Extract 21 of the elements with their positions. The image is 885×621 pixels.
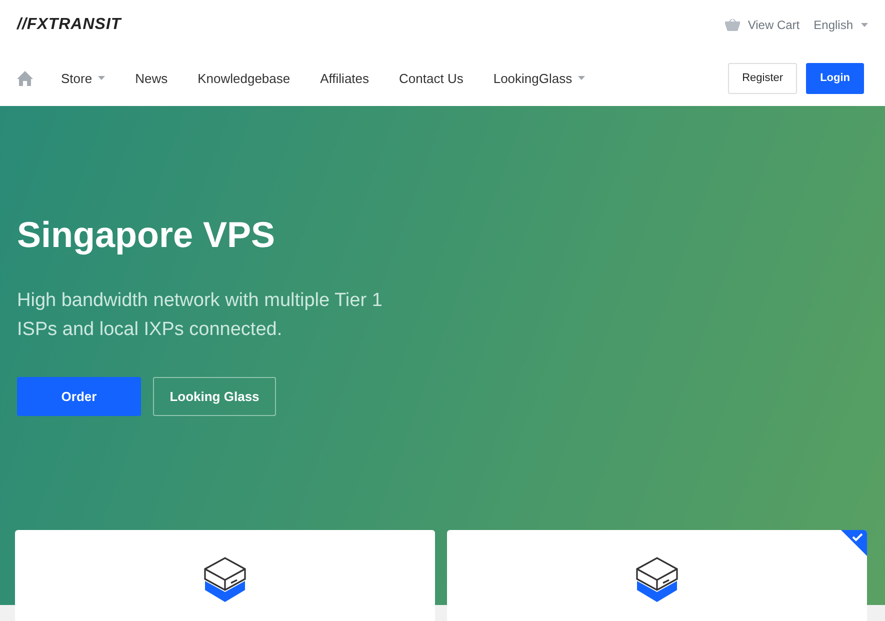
nav-item[interactable]: Affiliates <box>320 70 370 86</box>
brand-logo[interactable]: //FXTRANSIT <box>17 16 122 34</box>
product-card[interactable] <box>447 530 867 621</box>
looking-glass-button[interactable]: Looking Glass <box>153 377 276 416</box>
register-button[interactable]: Register <box>728 62 798 94</box>
caret-icon <box>861 23 868 27</box>
view-cart-link[interactable]: View Cart <box>748 18 800 32</box>
nav-item[interactable]: LookingGlass <box>493 70 572 86</box>
server-icon <box>635 555 679 605</box>
hero-subtitle: High bandwidth network with multiple Tier 1 ISPs and local IXPs connected. <box>17 289 384 342</box>
hero-title: Singapore VPS <box>17 214 276 256</box>
nav-item[interactable]: News <box>135 70 168 86</box>
order-button[interactable]: Order <box>17 377 141 416</box>
nav-item[interactable]: Store <box>61 70 92 86</box>
nav-item[interactable]: Contact Us <box>399 70 464 86</box>
language-dropdown[interactable]: English <box>814 18 853 32</box>
basket-icon <box>724 19 740 31</box>
nav-item[interactable]: Knowledgebase <box>198 70 290 86</box>
server-icon <box>203 555 247 605</box>
home-icon[interactable] <box>17 70 33 86</box>
login-button[interactable]: Login <box>806 62 864 94</box>
